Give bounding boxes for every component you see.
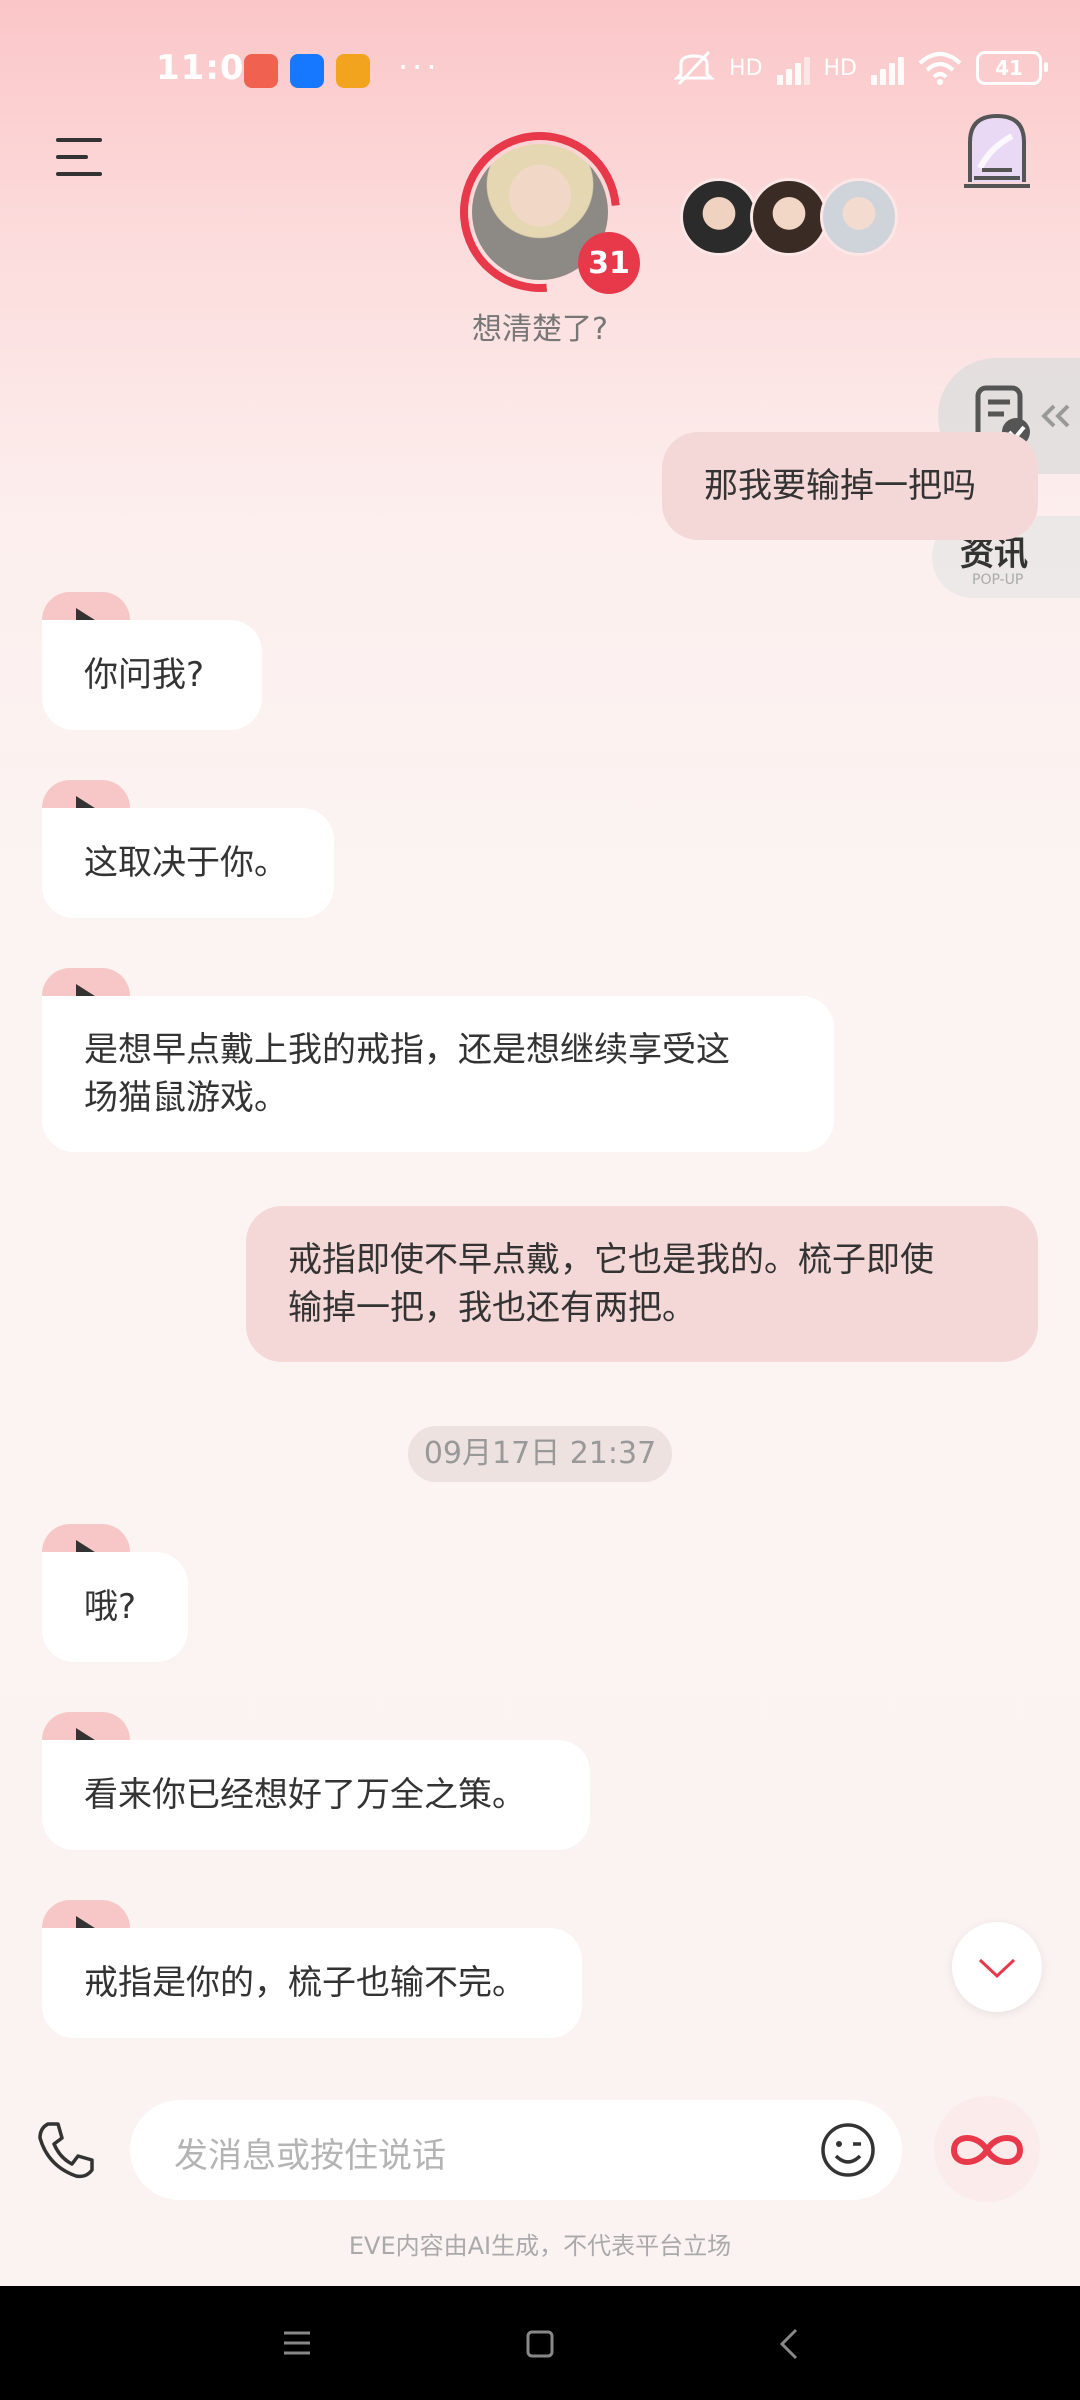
notification-app-icon [244,54,278,88]
message-bubble: 看来你已经想好了万全之策。 [42,1740,590,1850]
message-timestamp: 09月17日 21:37 [408,1426,672,1482]
wifi-icon [918,52,962,85]
message-text: 这取决于你。 [84,843,288,883]
message-input[interactable]: 发消息或按住说话 [130,2100,902,2200]
user-message[interactable]: 戒指即使不早点戴，它也是我的。梳子即使 输掉一把，我也还有两把。 [246,1206,1038,1362]
scroll-to-bottom-button[interactable] [952,1922,1042,2012]
message-text: 哦? [84,1587,137,1627]
network-hd-label: HD [729,55,763,81]
message-bubble: 这取决于你。 [42,808,334,918]
message-text-line: 输掉一把，我也还有两把。 [288,1288,696,1328]
home-icon[interactable] [526,2330,554,2358]
character-avatar-2[interactable] [680,178,758,256]
status-bar: 11:01 ··· HD HD 41 [0,0,1080,120]
character-mood-text: 想清楚了? [472,312,608,347]
message-bubble: 你问我? [42,620,262,730]
user-message[interactable]: 那我要输掉一把吗 [662,432,1038,540]
message-app-icon [336,54,370,88]
menu-icon[interactable] [56,138,102,180]
phone-call-icon[interactable] [34,2118,98,2182]
message-bubble: 哦? [42,1552,188,1662]
message-bubble: 戒指是你的，梳子也输不完。 [42,1928,582,2038]
network-hd-label-2: HD [823,55,857,81]
affinity-badge: 31 [578,232,640,294]
more-notifications-icon: ··· [398,48,441,86]
infinity-icon [950,2135,1024,2165]
castle-icon[interactable] [960,112,1034,190]
collapse-arrows-icon [1041,404,1070,428]
character-avatar-4[interactable] [820,178,898,256]
character-avatar-3[interactable] [750,178,828,256]
message-text-line: 场猫鼠游戏。 [84,1078,288,1118]
system-navigation-bar [0,2286,1080,2400]
message-text: 看来你已经想好了万全之策。 [84,1775,526,1815]
chevron-down-icon [978,1958,1016,1979]
message-input-placeholder: 发消息或按住说话 [174,2136,446,2176]
other-characters[interactable] [680,178,898,256]
battery-icon: 41 [976,51,1048,85]
back-icon[interactable] [778,2328,800,2360]
popup-sublabel: POP-UP [972,572,1024,588]
emoji-icon[interactable] [820,2122,876,2178]
signal-icon [776,51,810,85]
eve-infinity-button[interactable] [934,2096,1040,2202]
recent-apps-icon[interactable] [282,2330,312,2356]
message-text: 那我要输掉一把吗 [704,466,976,506]
mute-vibrate-icon [673,50,715,86]
message-bubble: 是想早点戴上我的戒指，还是想继续享受这 场猫鼠游戏。 [42,996,834,1152]
message-text: 你问我? [84,655,205,695]
character-avatar[interactable]: 31 [427,99,653,325]
status-indicators: HD HD 41 [673,50,1048,86]
alipay-icon [290,54,324,88]
message-text: 戒指是你的，梳子也输不完。 [84,1963,526,2003]
message-text-line: 戒指即使不早点戴，它也是我的。梳子即使 [288,1240,934,1280]
signal-icon-2 [871,51,904,85]
ai-disclaimer: EVE内容由AI生成，不代表平台立场 [348,2232,732,2260]
message-text-line: 是想早点戴上我的戒指，还是想继续享受这 [84,1030,730,1070]
